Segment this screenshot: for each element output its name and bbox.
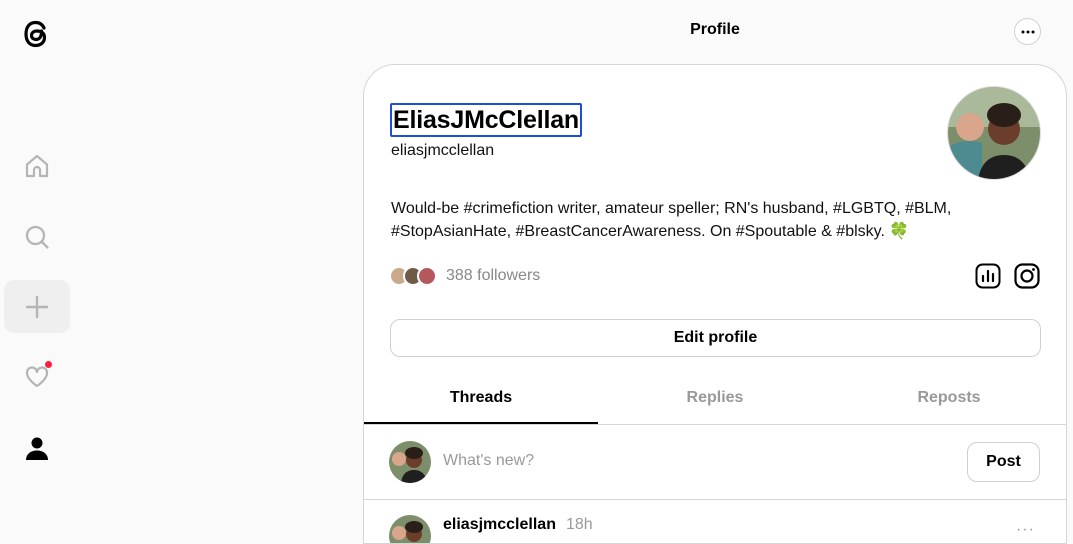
tab-reposts[interactable]: Reposts: [832, 375, 1066, 424]
nav-home[interactable]: [4, 139, 70, 192]
follower-avatar: [417, 266, 437, 286]
tab-replies[interactable]: Replies: [598, 375, 832, 424]
avatar[interactable]: [947, 86, 1041, 180]
thread-more-button[interactable]: ···: [1016, 521, 1035, 539]
edit-profile-button[interactable]: Edit profile: [390, 319, 1041, 357]
plus-icon: [25, 295, 49, 318]
nav-activity[interactable]: [4, 350, 70, 403]
threads-logo[interactable]: [18, 14, 54, 54]
nav-search[interactable]: [4, 210, 70, 263]
sidebar: [0, 0, 74, 534]
insights-icon[interactable]: [975, 263, 1001, 289]
home-icon: [25, 154, 49, 177]
more-button[interactable]: [1014, 18, 1041, 45]
compose-input[interactable]: What's new?: [443, 452, 534, 470]
list-item[interactable]: eliasjmcclellan 18h ···: [364, 501, 1066, 543]
thread-timestamp: 18h: [566, 516, 593, 533]
display-name: EliasJMcClellan: [390, 103, 582, 137]
page-title: Profile: [690, 21, 740, 38]
tab-threads[interactable]: Threads: [364, 375, 598, 424]
post-button[interactable]: Post: [967, 442, 1040, 482]
person-icon: [26, 437, 48, 460]
followers-link[interactable]: 388 followers: [389, 264, 540, 288]
instagram-icon[interactable]: [1014, 263, 1040, 289]
profile-card: EliasJMcClellan eliasjmcclellan Would-be…: [363, 64, 1067, 544]
bio: Would-be #crimefiction writer, amateur s…: [391, 200, 952, 240]
followers-count: 388 followers: [446, 267, 541, 284]
nav-create[interactable]: [4, 280, 70, 333]
search-icon: [25, 225, 49, 249]
profile-tabs: Threads Replies Reposts: [364, 375, 1066, 425]
composer-avatar: [389, 441, 431, 483]
notification-dot: [45, 361, 52, 368]
more-icon: [1021, 30, 1034, 33]
nav-profile[interactable]: [4, 421, 70, 474]
thread-username[interactable]: eliasjmcclellan: [443, 516, 556, 534]
thread-avatar: [389, 515, 431, 543]
username: eliasjmcclellan: [391, 142, 495, 159]
composer: What's new? Post: [364, 425, 1066, 500]
